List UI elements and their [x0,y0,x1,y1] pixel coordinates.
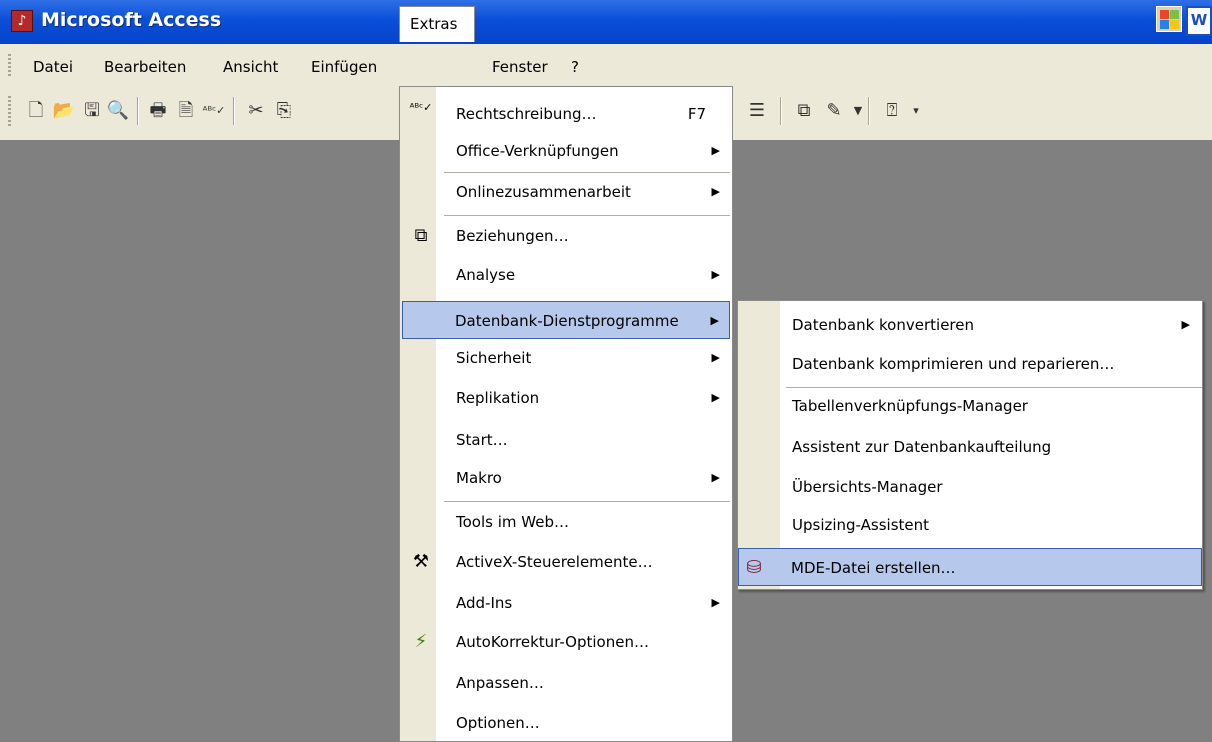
open-icon[interactable]: 📂 [52,99,76,123]
menu-bearbeiten[interactable]: Bearbeiten [104,54,186,80]
menu-datei[interactable]: Datei [33,54,73,80]
menu-separator [444,215,730,216]
toolbar-separator [780,97,782,125]
new-object-icon[interactable]: ✎ [822,99,846,123]
menu-item-autokorrektur[interactable]: ⚡ AutoKorrektur-Optionen… [402,623,730,661]
copy-icon[interactable]: ⎘ [272,99,296,123]
print-icon[interactable]: 🖶 [146,99,170,123]
windows-logo-icon [1156,6,1182,32]
db-utilities-submenu: Datenbank konvertieren ▶ Datenbank kompr… [737,300,1203,590]
menu-item-start[interactable]: Start… [402,421,730,459]
menu-einfuegen[interactable]: Einfügen [311,54,377,80]
menu-item-sicherheit[interactable]: Sicherheit ▶ [402,339,730,377]
help-icon[interactable]: ⍰ [880,99,904,123]
menu-item-datenbank-konvertieren[interactable]: Datenbank konvertieren ▶ [740,306,1200,344]
menubar-grip[interactable] [8,54,11,78]
menu-item-datenbank-dienstprogramme[interactable]: Datenbank-Dienstprogramme ▶ [402,301,730,339]
submenu-arrow-icon: ▶ [711,268,720,281]
file-search-icon[interactable]: 🔍 [106,99,130,123]
menu-help[interactable]: ? [571,54,579,80]
relationships-icon[interactable]: ⧉ [792,99,816,123]
menu-item-mde-datei-erstellen[interactable]: ⛁ MDE-Datei erstellen… [738,548,1202,586]
menu-item-upsizing-assistent[interactable]: Upsizing-Assistent [740,506,1200,544]
menu-item-datenbankaufteilung[interactable]: Assistent zur Datenbankaufteilung [740,428,1200,466]
submenu-arrow-icon: ▶ [711,351,720,364]
cut-icon[interactable]: ✂ [244,99,268,123]
menu-item-add-ins[interactable]: Add-Ins ▶ [402,584,730,622]
window-title: Microsoft Access [41,9,222,31]
toolbar-separator [233,97,235,125]
save-icon[interactable]: 🖫 [80,99,104,123]
access-logo-icon[interactable]: ♪ [11,10,33,32]
menu-fenster[interactable]: Fenster [492,54,548,80]
menu-bar: Datei Bearbeiten Ansicht Einfügen Fenste… [0,44,1212,86]
menu-item-optionen[interactable]: Optionen… [402,704,730,742]
menu-item-office-verknuepfungen[interactable]: Office-Verknüpfungen ▶ [402,132,730,170]
toolbar-grip[interactable] [8,96,11,126]
submenu-arrow-icon: ▶ [710,314,719,327]
word-logo-icon[interactable]: W [1186,6,1212,36]
menu-ansicht[interactable]: Ansicht [223,54,278,80]
menu-item-datenbank-komprimieren[interactable]: Datenbank komprimieren und reparieren… [740,345,1200,383]
menu-item-replikation[interactable]: Replikation ▶ [402,379,730,417]
mde-file-icon: ⛁ [746,557,762,578]
properties-icon[interactable]: ☰ [745,99,769,123]
chevron-down-icon[interactable]: ▼ [846,99,870,123]
toolbar-separator [137,97,139,125]
relationships-icon: ⧉ [414,225,428,246]
menu-item-analyse[interactable]: Analyse ▶ [402,256,730,294]
extras-menu: ᴬᴮᶜ✓ Rechtschreibung… F7 Office-Verknüpf… [399,86,733,742]
menu-item-beziehungen[interactable]: ⧉ Beziehungen… [402,217,730,255]
submenu-arrow-icon: ▶ [711,391,720,404]
spelling-icon: ᴬᴮᶜ✓ [409,101,433,114]
toolbar-separator [868,97,870,125]
menu-item-rechtschreibung[interactable]: ᴬᴮᶜ✓ Rechtschreibung… F7 [402,95,730,133]
print-preview-icon[interactable]: 🗎 [174,99,198,123]
menu-extras[interactable]: Extras [399,6,475,42]
menu-item-activex[interactable]: ⚒ ActiveX-Steuerelemente… [402,543,730,581]
menu-item-onlinezusammenarbeit[interactable]: Onlinezusammenarbeit ▶ [402,173,730,211]
menu-separator [444,501,730,502]
menu-item-tools-im-web[interactable]: Tools im Web… [402,503,730,541]
menu-item-makro[interactable]: Makro ▶ [402,459,730,497]
new-icon[interactable]: 🗋 [24,99,48,123]
activex-tools-icon: ⚒ [412,551,430,572]
submenu-arrow-icon: ▶ [711,596,720,609]
menu-item-tabellenverknuepfungs-manager[interactable]: Tabellenverknüpfungs-Manager [740,387,1200,425]
autocorrect-icon: ⚡ [414,631,428,652]
submenu-arrow-icon: ▶ [711,185,720,198]
menu-item-anpassen[interactable]: Anpassen… [402,664,730,702]
chevron-down-icon[interactable]: ▾ [904,99,928,123]
submenu-arrow-icon: ▶ [1181,318,1190,331]
title-bar: ♪ Microsoft Access W [0,0,1212,44]
submenu-arrow-icon: ▶ [711,144,720,157]
submenu-arrow-icon: ▶ [711,471,720,484]
spelling-icon[interactable]: ᴬᴮᶜ✓ [202,99,226,123]
menu-item-uebersichts-manager[interactable]: Übersichts-Manager [740,468,1200,506]
